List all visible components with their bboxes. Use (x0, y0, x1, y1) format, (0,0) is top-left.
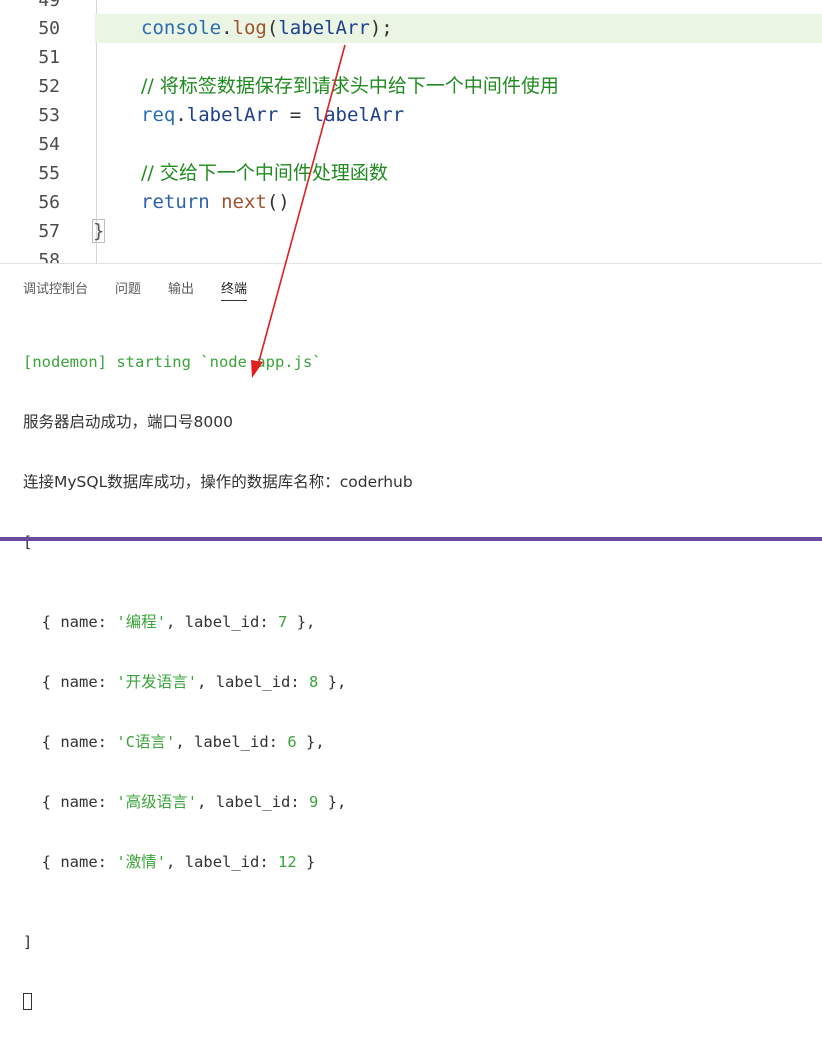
tab-output[interactable]: 输出 (168, 278, 194, 297)
code-text: req.labelArr = labelArr (141, 101, 404, 130)
status-bar (0, 537, 822, 541)
bottom-panel: 调试控制台 问题 输出 终端 [nodemon] starting `node … (0, 263, 822, 1010)
line-number: 53 (38, 105, 60, 126)
token-object: req (141, 104, 176, 126)
token-function: next (221, 191, 267, 213)
terminal-output[interactable]: [nodemon] starting `node app.js` 服务器启动成功… (23, 312, 413, 1052)
line-number: 49 (38, 0, 60, 11)
tab-debug-console[interactable]: 调试控制台 (23, 278, 88, 297)
token-object: console (141, 17, 222, 39)
token-punct: ( (266, 17, 279, 39)
terminal-line-server: 服务器启动成功，端口号8000 (23, 413, 233, 431)
code-line-58[interactable]: 58 (0, 246, 822, 263)
line-number: 51 (38, 47, 60, 68)
row-label-id: 12 (278, 853, 297, 871)
code-text: return next() (141, 188, 290, 217)
code-comment: // 交给下一个中间件处理函数 (141, 162, 388, 184)
code-line-51[interactable]: 51 (0, 43, 822, 72)
panel-tabs: 调试控制台 问题 输出 终端 (0, 264, 822, 304)
tab-terminal[interactable]: 终端 (221, 278, 248, 301)
matched-brace: } (91, 219, 106, 243)
row-label-id: 7 (278, 613, 288, 631)
token-variable: labelArr (312, 104, 405, 126)
line-number: 56 (38, 192, 60, 213)
row-label-id: 8 (309, 673, 319, 691)
terminal-row: { name: 'C语言', label_id: 6 }, (23, 733, 325, 751)
terminal-row: { name: '开发语言', label_id: 8 }, (23, 673, 347, 691)
token-function: log (232, 17, 267, 39)
terminal-line-close-bracket: ] (23, 933, 33, 951)
token-variable: labelArr (278, 17, 370, 39)
code-line-50[interactable]: 50 console.log(labelArr); (0, 14, 822, 43)
token-operator: = (278, 104, 313, 126)
code-editor[interactable]: 49 50 console.log(labelArr); 51 52 // 将标… (0, 0, 822, 263)
row-label-id: 6 (287, 733, 297, 751)
row-name: 开发语言 (125, 673, 188, 691)
row-label-id: 9 (309, 793, 319, 811)
line-number: 50 (38, 18, 60, 39)
terminal-cursor (23, 993, 32, 1010)
code-line-53[interactable]: 53 req.labelArr = labelArr (0, 101, 822, 130)
code-line-52[interactable]: 52 // 将标签数据保存到请求头中给下一个中间件使用 (0, 72, 822, 101)
code-line-55[interactable]: 55 // 交给下一个中间件处理函数 (0, 159, 822, 188)
row-name: C语言 (125, 733, 167, 751)
token-punct: . (175, 104, 187, 126)
line-number: 52 (38, 76, 60, 97)
token-property: labelArr (186, 104, 279, 126)
line-number: 54 (38, 134, 60, 155)
row-name: 高级语言 (125, 793, 188, 811)
tab-problems[interactable]: 问题 (115, 278, 141, 297)
row-name: 激情 (125, 853, 157, 871)
token-punct: () (266, 191, 290, 213)
line-number: 57 (38, 221, 60, 242)
token-punct: ); (369, 17, 393, 39)
code-line-49[interactable]: 49 (0, 0, 822, 15)
code-comment: // 将标签数据保存到请求头中给下一个中间件使用 (141, 75, 559, 97)
code-text: } (91, 217, 106, 246)
token-punct: . (221, 17, 233, 39)
terminal-line-nodemon: [nodemon] starting `node app.js` (23, 353, 322, 371)
terminal-line-open-bracket: [ (23, 533, 33, 551)
code-text: console.log(labelArr); (141, 14, 393, 43)
code-line-57[interactable]: 57 } (0, 217, 822, 246)
token-keyword: return (141, 191, 210, 213)
row-name: 编程 (125, 613, 157, 631)
code-line-56[interactable]: 56 return next() (0, 188, 822, 217)
terminal-line-db: 连接MySQL数据库成功，操作的数据库名称：coderhub (23, 473, 413, 491)
terminal-prompt[interactable] (23, 992, 413, 1012)
terminal-row: { name: '编程', label_id: 7 }, (23, 613, 316, 631)
terminal-row: { name: '高级语言', label_id: 9 }, (23, 793, 347, 811)
code-line-54[interactable]: 54 (0, 130, 822, 159)
terminal-row: { name: '激情', label_id: 12 } (23, 853, 316, 871)
line-number: 58 (38, 250, 60, 263)
line-number: 55 (38, 163, 60, 184)
